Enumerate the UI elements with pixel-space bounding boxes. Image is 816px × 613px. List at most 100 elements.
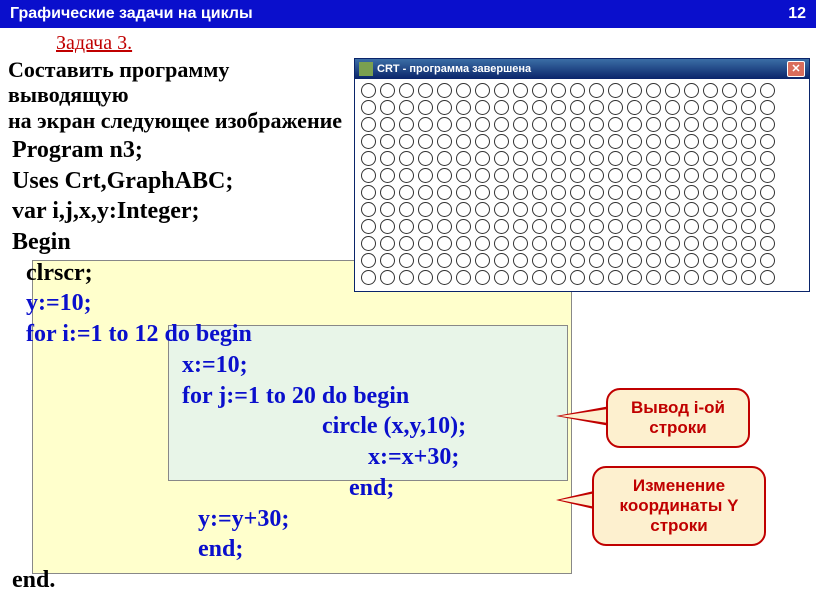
circle-icon (703, 219, 718, 234)
circle-icon (399, 168, 414, 183)
circle-icon (741, 253, 756, 268)
circle-icon (532, 185, 547, 200)
circle-icon (532, 151, 547, 166)
circle-icon (684, 185, 699, 200)
circle-icon (760, 117, 775, 132)
circle-icon (475, 202, 490, 217)
circle-icon (418, 83, 433, 98)
circle-icon (437, 202, 452, 217)
circle-icon (513, 202, 528, 217)
circle-icon (551, 83, 566, 98)
output-row (361, 168, 803, 183)
circle-icon (589, 270, 604, 285)
circle-icon (589, 117, 604, 132)
circle-icon (760, 100, 775, 115)
circle-icon (722, 185, 737, 200)
circle-icon (494, 253, 509, 268)
circle-icon (475, 270, 490, 285)
circle-icon (646, 253, 661, 268)
close-icon[interactable]: ✕ (787, 61, 805, 77)
circle-icon (532, 134, 547, 149)
circle-icon (703, 236, 718, 251)
circle-icon (437, 117, 452, 132)
slide-page-number: 12 (788, 5, 806, 23)
output-row (361, 236, 803, 251)
circle-icon (399, 219, 414, 234)
circle-icon (361, 219, 376, 234)
circle-icon (513, 168, 528, 183)
circle-icon (608, 202, 623, 217)
circle-icon (570, 168, 585, 183)
circle-icon (437, 100, 452, 115)
circle-icon (570, 151, 585, 166)
circle-icon (589, 236, 604, 251)
circle-icon (456, 219, 471, 234)
circle-icon (551, 100, 566, 115)
circle-icon (532, 219, 547, 234)
circle-icon (589, 100, 604, 115)
circle-icon (399, 100, 414, 115)
circle-icon (570, 100, 585, 115)
circle-icon (703, 117, 718, 132)
circle-icon (608, 185, 623, 200)
circle-icon (475, 185, 490, 200)
circle-icon (418, 134, 433, 149)
circle-icon (760, 134, 775, 149)
circle-icon (532, 270, 547, 285)
circle-icon (551, 236, 566, 251)
code-line: end. (12, 565, 816, 596)
circle-icon (380, 219, 395, 234)
circle-icon (570, 83, 585, 98)
circle-icon (551, 168, 566, 183)
circle-icon (399, 202, 414, 217)
circle-icon (570, 236, 585, 251)
circle-icon (361, 134, 376, 149)
circle-icon (551, 185, 566, 200)
circle-icon (741, 185, 756, 200)
circle-icon (456, 270, 471, 285)
circle-icon (418, 117, 433, 132)
circle-icon (646, 202, 661, 217)
circle-icon (494, 117, 509, 132)
circle-icon (551, 253, 566, 268)
circle-icon (741, 270, 756, 285)
circle-icon (722, 117, 737, 132)
circle-icon (418, 202, 433, 217)
circle-icon (418, 151, 433, 166)
circle-icon (513, 253, 528, 268)
circle-icon (722, 151, 737, 166)
circle-icon (703, 202, 718, 217)
circle-icon (399, 270, 414, 285)
circle-icon (494, 185, 509, 200)
circle-icon (513, 219, 528, 234)
circle-icon (532, 100, 547, 115)
circle-icon (513, 100, 528, 115)
circle-icon (627, 270, 642, 285)
circle-icon (684, 219, 699, 234)
circle-icon (646, 168, 661, 183)
circle-icon (741, 117, 756, 132)
circle-icon (380, 236, 395, 251)
circle-icon (627, 202, 642, 217)
circle-icon (532, 202, 547, 217)
circle-icon (684, 270, 699, 285)
circle-icon (551, 202, 566, 217)
circle-icon (627, 219, 642, 234)
circle-icon (437, 151, 452, 166)
callout-output-row: Вывод i-ой строки (606, 388, 750, 448)
circle-icon (627, 236, 642, 251)
circle-icon (589, 168, 604, 183)
circle-icon (646, 270, 661, 285)
circle-icon (475, 219, 490, 234)
circle-icon (380, 134, 395, 149)
circle-icon (361, 236, 376, 251)
circle-icon (646, 219, 661, 234)
app-icon (359, 62, 373, 76)
circle-icon (437, 253, 452, 268)
circle-icon (684, 236, 699, 251)
circle-icon (760, 253, 775, 268)
circle-icon (399, 117, 414, 132)
slide-header: Графические задачи на циклы 12 (0, 0, 816, 28)
circle-icon (646, 151, 661, 166)
circle-icon (684, 253, 699, 268)
